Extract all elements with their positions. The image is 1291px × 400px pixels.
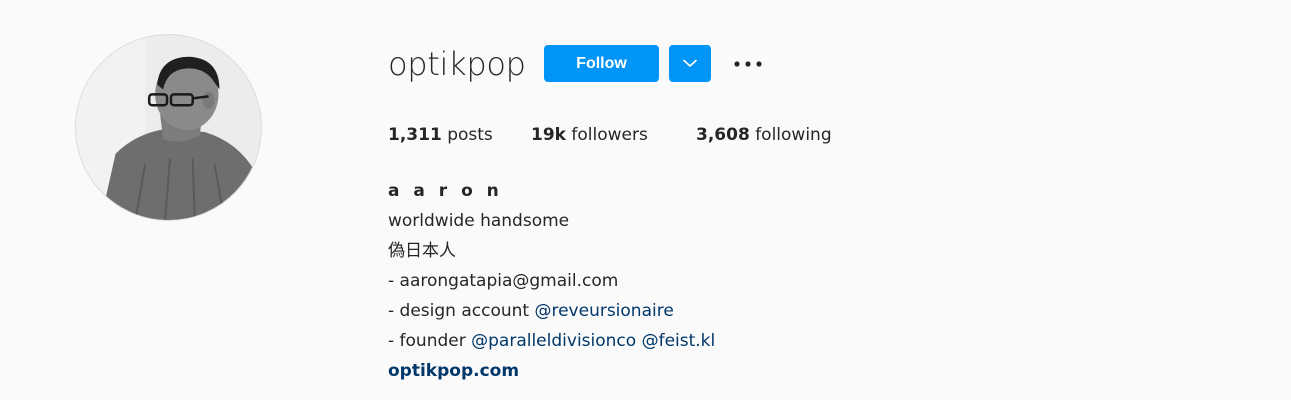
mention-link[interactable]: @reveursionaire: [534, 301, 673, 321]
mention-link[interactable]: @feist.kl: [642, 331, 716, 351]
following-count: 3,608: [696, 125, 750, 145]
bio-line: - founder @paralleldivisionco @feist.kl: [388, 326, 715, 356]
posts-label: posts: [447, 125, 493, 145]
more-options-icon: [734, 61, 762, 67]
mention-link[interactable]: @paralleldivisionco: [471, 331, 636, 351]
posts-count: 1,311: [388, 125, 442, 145]
profile-username: optikpop: [388, 45, 526, 83]
chevron-down-icon: [683, 59, 697, 67]
bio-text: - design account: [388, 301, 535, 321]
bio-line: worldwide handsome: [388, 211, 570, 231]
profile-bio: a a r o n worldwide handsome 偽日本人 - aaro…: [388, 176, 715, 386]
bio-line: 偽日本人: [388, 241, 456, 261]
follow-button[interactable]: Follow: [544, 45, 659, 82]
profile-full-name: a a r o n: [388, 181, 503, 201]
website-link[interactable]: optikpop.com: [388, 356, 715, 386]
profile-header: optikpop Follow 1,311 posts 19k follower…: [0, 0, 1291, 400]
following-stat[interactable]: 3,608 following: [696, 123, 832, 147]
more-options-button[interactable]: [728, 50, 768, 78]
followers-count: 19k: [531, 125, 566, 145]
avatar-photo: [76, 35, 261, 220]
bio-text: - founder: [388, 331, 472, 351]
followers-label: followers: [571, 125, 648, 145]
followers-stat[interactable]: 19k followers: [531, 123, 648, 147]
following-label: following: [755, 125, 832, 145]
profile-avatar[interactable]: [75, 34, 262, 221]
bio-line: - aarongatapia@gmail.com: [388, 271, 619, 291]
suggested-accounts-dropdown-button[interactable]: [669, 45, 711, 82]
bio-line: - design account @reveursionaire: [388, 296, 715, 326]
posts-stat: 1,311 posts: [388, 123, 493, 147]
